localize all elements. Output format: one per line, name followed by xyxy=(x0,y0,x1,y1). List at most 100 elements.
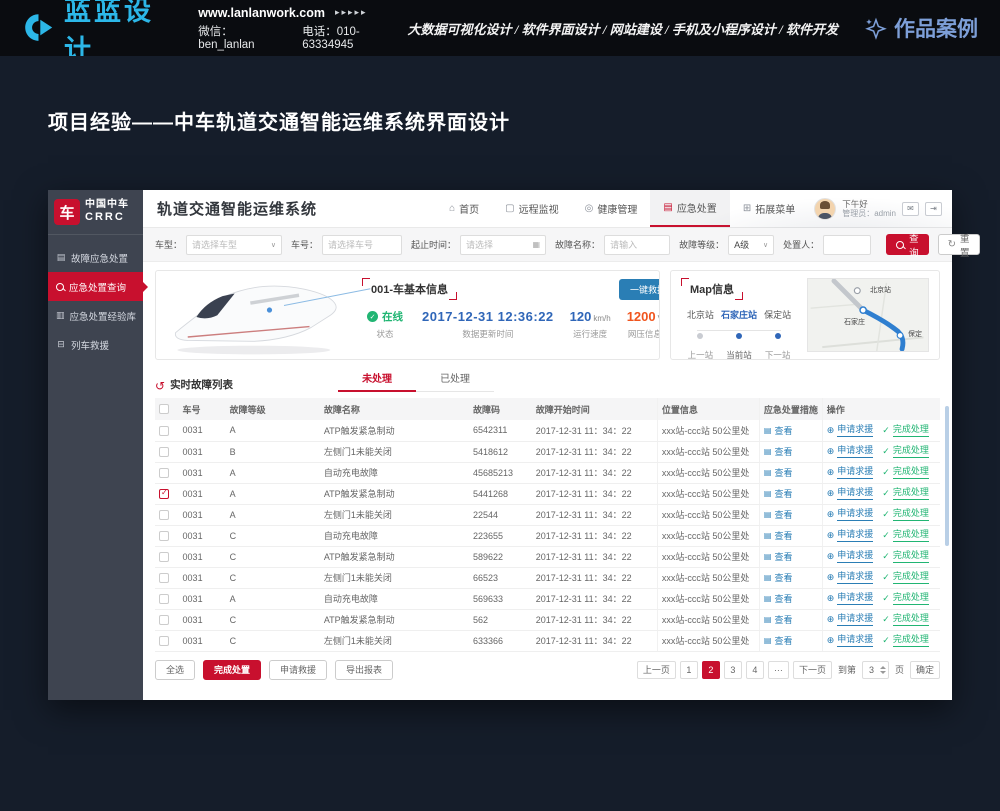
done-link[interactable]: ✓完成处理 xyxy=(882,508,929,521)
page-prev[interactable]: 上一页 xyxy=(637,661,676,679)
tab-done[interactable]: 已处理 xyxy=(416,370,494,392)
view-button[interactable]: ▤查看 xyxy=(764,466,793,479)
page-2[interactable]: 2 xyxy=(702,661,720,679)
row-checkbox[interactable] xyxy=(159,552,169,562)
export-report-button[interactable]: 导出报表 xyxy=(335,660,393,680)
done-link[interactable]: ✓完成处理 xyxy=(882,529,929,542)
sidebar-item-fault-emergency[interactable]: ▤故障应急处置 xyxy=(48,243,143,272)
avatar[interactable] xyxy=(814,198,836,220)
rescue-link[interactable]: ⊕申请求援 xyxy=(827,487,874,500)
one-key-rescue-button[interactable]: 一键救援 xyxy=(619,279,660,300)
fault-code: 589622 xyxy=(469,546,532,567)
done-link[interactable]: ✓完成处理 xyxy=(882,571,929,584)
done-link[interactable]: ✓完成处理 xyxy=(882,487,929,500)
nav-extended-menu[interactable]: ⊞拓展菜单 xyxy=(730,190,808,227)
table-row: 0031B左侧门1未能关闭54186122017-12-31 11：34：22x… xyxy=(155,441,940,462)
date-range-date[interactable]: 请选择▦ xyxy=(460,235,546,255)
done-link[interactable]: ✓完成处理 xyxy=(882,634,929,647)
rescue-link[interactable]: ⊕申请求援 xyxy=(827,550,874,563)
complete-handle-button[interactable]: 完成处置 xyxy=(203,660,261,680)
location-info: xxx站-ccc站 50公里处 xyxy=(657,504,759,525)
rescue-link[interactable]: ⊕申请求援 xyxy=(827,571,874,584)
view-button[interactable]: ▤查看 xyxy=(764,592,793,605)
rescue-link[interactable]: ⊕申请求援 xyxy=(827,592,874,605)
view-button[interactable]: ▤查看 xyxy=(764,445,793,458)
train-type-select[interactable]: 请选择车型∨ xyxy=(186,235,282,255)
rescue-link[interactable]: ⊕申请求援 xyxy=(827,466,874,479)
view-button[interactable]: ▤查看 xyxy=(764,571,793,584)
sidebar-item-experience-lib[interactable]: ▥应急处置经验库 xyxy=(48,301,143,330)
done-link[interactable]: ✓完成处理 xyxy=(882,466,929,479)
done-link[interactable]: ✓完成处理 xyxy=(882,613,929,626)
view-button[interactable]: ▤查看 xyxy=(764,508,793,521)
select-all-button[interactable]: 全选 xyxy=(155,660,195,680)
car-no: 0031 xyxy=(179,567,226,588)
station-dot-icon xyxy=(697,333,703,339)
train-no-input[interactable]: 请选择车号 xyxy=(322,235,402,255)
portfolio-link[interactable]: 作品案例 xyxy=(864,13,978,43)
rescue-link[interactable]: ⊕申请求援 xyxy=(827,529,874,542)
map-info-card: Map信息 北京站上一站石家庄站当前站保定站下一站 xyxy=(670,270,940,360)
row-checkbox[interactable] xyxy=(159,510,169,520)
confirm-button[interactable]: 确定 xyxy=(910,661,940,679)
fault-start-time: 2017-12-31 11：34：22 xyxy=(532,525,658,546)
page-next[interactable]: 下一页 xyxy=(793,661,832,679)
row-checkbox[interactable] xyxy=(159,447,169,457)
row-checkbox[interactable] xyxy=(159,594,169,604)
view-button[interactable]: ▤查看 xyxy=(764,550,793,563)
sidebar-item-emergency-query[interactable]: 应急处置查询 xyxy=(48,272,143,301)
spinner-icon xyxy=(880,666,886,674)
done-link[interactable]: ✓完成处理 xyxy=(882,445,929,458)
row-checkbox[interactable] xyxy=(159,426,169,436)
fault-level-select[interactable]: A级∨ xyxy=(728,235,774,255)
page-4[interactable]: 4 xyxy=(746,661,764,679)
fault-start-time: 2017-12-31 11：34：22 xyxy=(532,504,658,525)
rescue-link[interactable]: ⊕申请求援 xyxy=(827,613,874,626)
check-icon: ✓ xyxy=(882,614,890,625)
request-rescue-button[interactable]: 申请救援 xyxy=(269,660,327,680)
done-link[interactable]: ✓完成处理 xyxy=(882,550,929,563)
page-3[interactable]: 3 xyxy=(724,661,742,679)
tab-pending[interactable]: 未处理 xyxy=(338,370,416,392)
page-1[interactable]: 1 xyxy=(680,661,698,679)
search-button[interactable]: 查询 xyxy=(886,234,929,255)
view-button[interactable]: ▤查看 xyxy=(764,424,793,437)
mail-icon[interactable]: ✉ xyxy=(902,202,919,216)
view-button[interactable]: ▤查看 xyxy=(764,613,793,626)
nav-remote-monitor[interactable]: ▢远程监视 xyxy=(492,190,571,227)
scrollbar[interactable] xyxy=(945,406,949,546)
nav-emergency[interactable]: ▤应急处置 xyxy=(650,190,729,227)
reset-button[interactable]: ↻ 重置 xyxy=(938,234,980,255)
sidebar-item-train-rescue[interactable]: ⊟列车救援 xyxy=(48,330,143,359)
rescue-link[interactable]: ⊕申请求援 xyxy=(827,508,874,521)
row-checkbox[interactable] xyxy=(159,615,169,625)
view-button[interactable]: ▤查看 xyxy=(764,529,793,542)
plus-circle-icon: ⊕ xyxy=(827,509,835,520)
row-checkbox[interactable] xyxy=(159,489,169,499)
select-all-checkbox[interactable] xyxy=(159,404,169,414)
done-link[interactable]: ✓完成处理 xyxy=(882,592,929,605)
rescue-link[interactable]: ⊕申请求援 xyxy=(827,424,874,437)
refresh-icon[interactable]: ↺ xyxy=(155,380,165,392)
row-checkbox[interactable] xyxy=(159,531,169,541)
nav-health[interactable]: ◎健康管理 xyxy=(572,190,651,227)
row-checkbox[interactable] xyxy=(159,636,169,646)
view-button[interactable]: ▤查看 xyxy=(764,634,793,647)
row-checkbox[interactable] xyxy=(159,468,169,478)
map-thumbnail[interactable]: 北京站石家庄保定 xyxy=(807,278,929,352)
view-button[interactable]: ▤查看 xyxy=(764,487,793,500)
done-link[interactable]: ✓完成处理 xyxy=(882,424,929,437)
stat-number: 2017-12-31 12:36:22 xyxy=(422,309,554,324)
page-jump-input[interactable]: 3 xyxy=(862,661,889,679)
nav-home[interactable]: ⌂首页 xyxy=(436,190,492,227)
crrc-name-cn: 中国中车 xyxy=(85,199,129,211)
plus-circle-icon: ⊕ xyxy=(827,635,835,646)
rescue-link[interactable]: ⊕申请求援 xyxy=(827,445,874,458)
logout-icon[interactable]: ⇥ xyxy=(925,202,942,216)
website-url[interactable]: www.lanlanwork.com xyxy=(198,6,325,20)
handler-input[interactable] xyxy=(823,235,871,255)
row-checkbox[interactable] xyxy=(159,573,169,583)
rescue-link[interactable]: ⊕申请求援 xyxy=(827,634,874,647)
fault-name-input[interactable]: 请输入 xyxy=(604,235,670,255)
page-ellipsis[interactable]: ··· xyxy=(768,661,789,679)
